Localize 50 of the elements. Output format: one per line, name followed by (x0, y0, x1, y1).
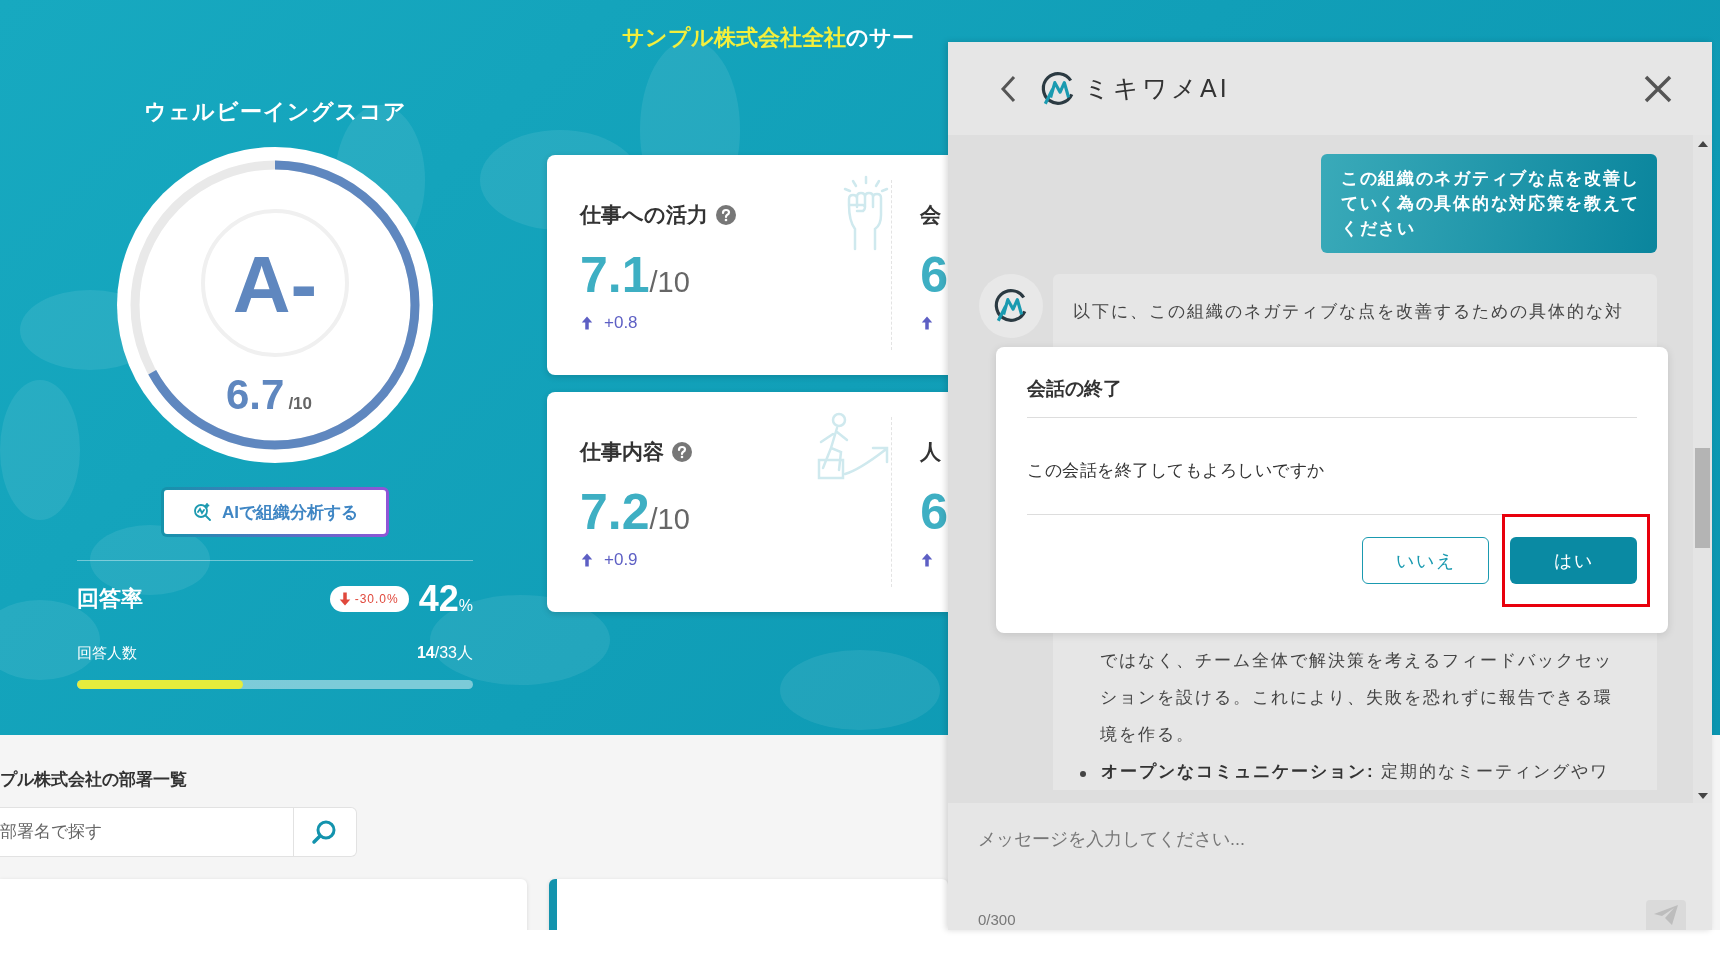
ai-search-icon (192, 502, 212, 522)
user-message: この組織のネガティブな点を改善していく為の具体的な対応策を教えてください (1321, 154, 1657, 253)
chat-title: ミキワメAI (1084, 73, 1231, 104)
arrow-up-icon (920, 314, 935, 332)
search-field[interactable]: 部署名で探す (0, 807, 357, 857)
message-text: ではなく、チーム全体で解決策を考えるフィードバックセッションを設ける。これにより、失敗を恐れずに報告できる環境を作る。 (1099, 650, 1614, 746)
arrow-up-icon (920, 551, 935, 569)
score-title: 仕事への活力 (580, 202, 708, 228)
send-icon (1654, 905, 1678, 925)
score-value: 7.1/10 (580, 247, 691, 303)
scroll-down-icon[interactable] (1698, 793, 1708, 799)
help-icon[interactable] (672, 442, 692, 462)
page-title: サンプル株式会社全社のサー (621, 24, 915, 52)
score-change: +0.8 (604, 313, 638, 333)
logo-icon (993, 288, 1029, 324)
arrow-up-icon (580, 551, 594, 569)
arrow-up-icon (580, 314, 594, 332)
close-icon[interactable] (1644, 74, 1672, 103)
section-title: ウェルビーイングスコア (143, 98, 407, 126)
score-title: 会 (920, 202, 942, 228)
arrow-down-icon (337, 590, 352, 608)
score-title: 人 (920, 439, 942, 465)
score-value: 6.7/10 (226, 371, 312, 418)
message-text: オープンなコミュニケーション: 定期的なミーティングやワ (1101, 761, 1610, 783)
logo-icon (1040, 70, 1076, 107)
score-value: 6 (920, 484, 948, 540)
message-text: 以下に、この組織のネガティブな点を改善するための具体的な対 (1073, 301, 1625, 323)
scrollbar-thumb[interactable] (1695, 448, 1710, 548)
respondents-label: 回答人数 (77, 643, 137, 663)
score-value: 6 (920, 247, 948, 303)
score-title: 仕事内容 (580, 439, 664, 465)
section-title: プル株式会社の部署一覧 (0, 769, 187, 791)
dialog-button[interactable]: はい (1510, 537, 1637, 584)
grade: A- (232, 240, 318, 329)
respondents-count: 14/33人 (416, 643, 473, 663)
back-icon[interactable] (1000, 74, 1016, 103)
search-icon[interactable] (311, 819, 337, 845)
score-change: +0.9 (604, 550, 638, 570)
dialog-title: 会話の終了 (1027, 371, 1637, 418)
character-counter: 0/300 (978, 911, 1016, 928)
response-rate: 42% (418, 578, 473, 620)
ai-analysis-button[interactable]: AIで組織分析する (161, 487, 389, 537)
response-rate-label: 回答率 (77, 585, 144, 613)
dialog-message: この会話を終了してもよろしいですか (1027, 456, 1637, 515)
score-value: 7.2/10 (580, 484, 691, 540)
scroll-up-icon[interactable] (1698, 141, 1708, 147)
change-badge: -30.0% (329, 586, 409, 612)
dialog-button[interactable]: いいえ (1362, 537, 1489, 584)
help-icon[interactable] (716, 205, 736, 225)
message-input[interactable]: メッセージを入力してください... (978, 823, 1682, 855)
